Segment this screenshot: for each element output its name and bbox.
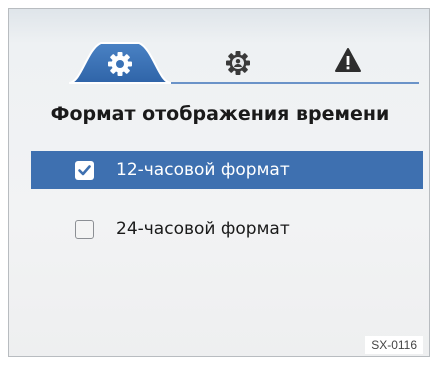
tab-settings[interactable] — [80, 39, 160, 85]
checkmark-icon — [78, 164, 91, 175]
tab-service[interactable] — [198, 39, 278, 85]
option-24-hour[interactable]: 24-часовой формат — [31, 210, 423, 248]
settings-screen: Формат отображения времени 12-часовой фо… — [8, 8, 430, 357]
figure-code: SX-0116 — [365, 336, 423, 354]
option-label: 24-часовой формат — [116, 219, 290, 239]
page-title: Формат отображения времени — [50, 103, 390, 125]
checkbox-unchecked[interactable] — [75, 219, 94, 239]
option-12-hour[interactable]: 12-часовой формат — [31, 151, 423, 189]
option-label: 12-часовой формат — [116, 160, 290, 180]
checkbox-checked[interactable] — [75, 160, 94, 180]
tab-bar — [9, 9, 429, 99]
tab-warnings[interactable] — [308, 39, 388, 85]
